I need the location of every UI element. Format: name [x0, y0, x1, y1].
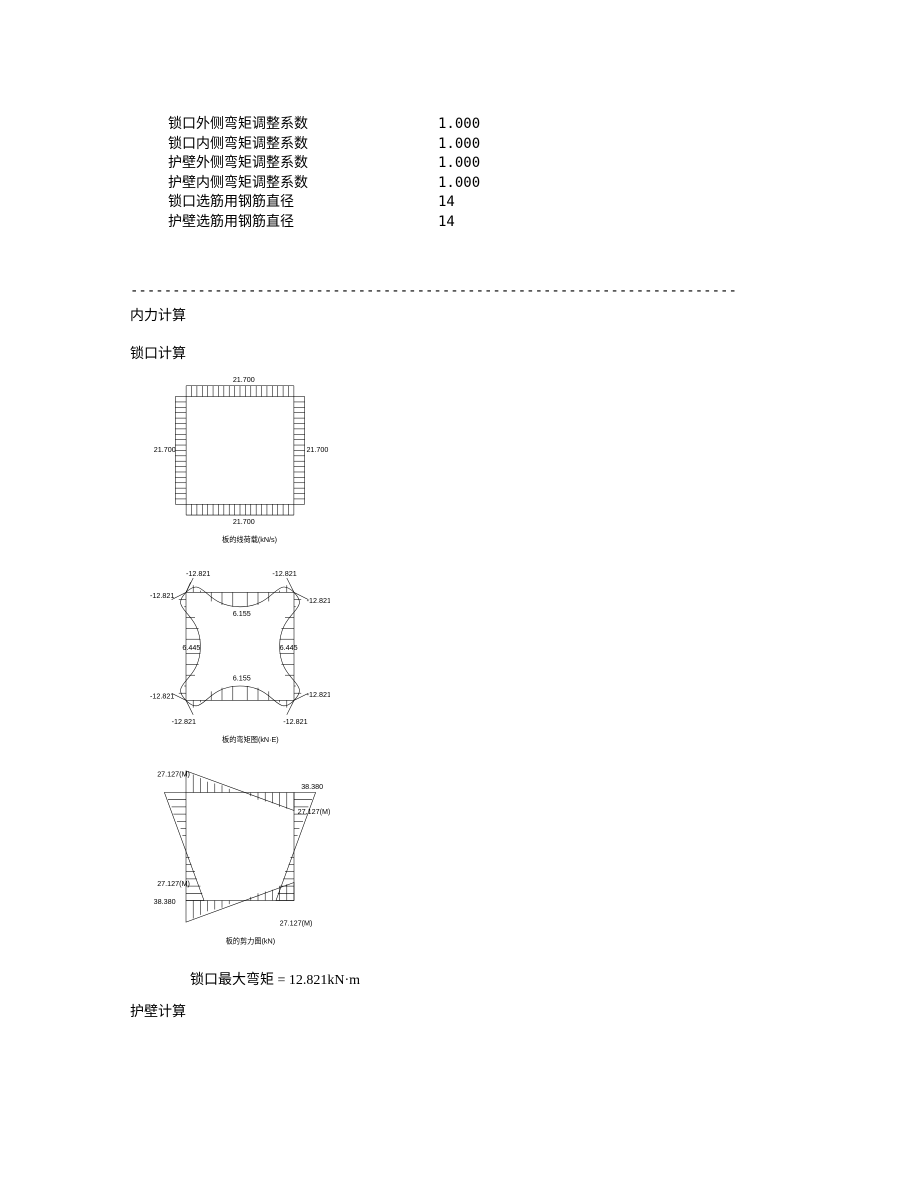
diagram-shear: 27.127(M) 38.380 27.127(M) 27.127(M) 38.…	[150, 767, 330, 953]
moment-side-br: -12.821	[307, 689, 330, 698]
shear-bl2: 38.380	[154, 897, 176, 906]
param-value: 1.000	[438, 135, 480, 155]
diagram-caption: 板的弯矩图(kN·E)	[222, 734, 279, 743]
moment-br: -12.821	[283, 716, 307, 725]
load-left-label: 21.700	[154, 446, 176, 454]
param-label: 护壁外侧弯矩调整系数	[168, 154, 438, 174]
diagram-load: 21.700 21.700 21.700 21.700 板的线荷载(kN/s)	[150, 375, 330, 551]
param-row: 护壁内侧弯矩调整系数 1.000	[168, 174, 790, 194]
param-label: 护壁选筋用钢筋直径	[168, 213, 438, 233]
shear-tr: 38.380	[301, 781, 323, 790]
param-value: 14	[438, 193, 455, 213]
param-label: 锁口选筋用钢筋直径	[168, 193, 438, 213]
param-row: 护壁选筋用钢筋直径 14	[168, 213, 790, 233]
section-divider: ----------------------------------------…	[130, 283, 790, 299]
param-row: 锁口选筋用钢筋直径 14	[168, 193, 790, 213]
shear-trside: 27.127(M)	[298, 807, 330, 816]
param-value: 1.000	[438, 115, 480, 135]
param-row: 护壁外侧弯矩调整系数 1.000	[168, 154, 790, 174]
moment-side-bl: -12.821	[150, 691, 174, 700]
max-moment-result: 锁口最大弯矩 = 12.821kN·m	[190, 969, 790, 989]
moment-mid-bottom: 6.155	[233, 673, 251, 682]
param-value: 1.000	[438, 174, 480, 194]
param-row: 锁口内侧弯矩调整系数 1.000	[168, 135, 790, 155]
param-label: 锁口外侧弯矩调整系数	[168, 115, 438, 135]
moment-bl: -12.821	[172, 716, 196, 725]
heading-lockmouth: 锁口计算	[130, 343, 790, 363]
diagram-moment: -12.821 -12.821 -12.821 -12.821 -12.821 …	[150, 567, 330, 751]
param-value: 14	[438, 213, 455, 233]
heading-inner-force: 内力计算	[130, 305, 790, 325]
moment-mid-top: 6.155	[233, 608, 251, 617]
moment-tr: -12.821	[272, 569, 296, 578]
load-right-label: 21.700	[306, 446, 328, 454]
param-label: 护壁内侧弯矩调整系数	[168, 174, 438, 194]
moment-side-tr: -12.821	[307, 596, 330, 605]
shear-bl: 27.127(M)	[157, 879, 190, 888]
load-top-label: 21.700	[233, 376, 255, 384]
shear-tl: 27.127(M)	[157, 769, 190, 778]
param-row: 锁口外侧弯矩调整系数 1.000	[168, 115, 790, 135]
moment-mid-left: 6.445	[182, 643, 200, 652]
moment-mid-right: 6.445	[280, 643, 298, 652]
param-label: 锁口内侧弯矩调整系数	[168, 135, 438, 155]
load-bottom-label: 21.700	[233, 518, 255, 526]
shear-br: 27.127(M)	[280, 918, 313, 927]
moment-side-tl: -12.821	[150, 590, 174, 599]
diagram-caption: 板的线荷载(kN/s)	[222, 535, 277, 544]
heading-wall: 护壁计算	[130, 1001, 790, 1021]
param-value: 1.000	[438, 154, 480, 174]
diagram-caption: 板的剪力图(kN)	[226, 936, 276, 945]
moment-tl: -12.821	[186, 569, 210, 578]
